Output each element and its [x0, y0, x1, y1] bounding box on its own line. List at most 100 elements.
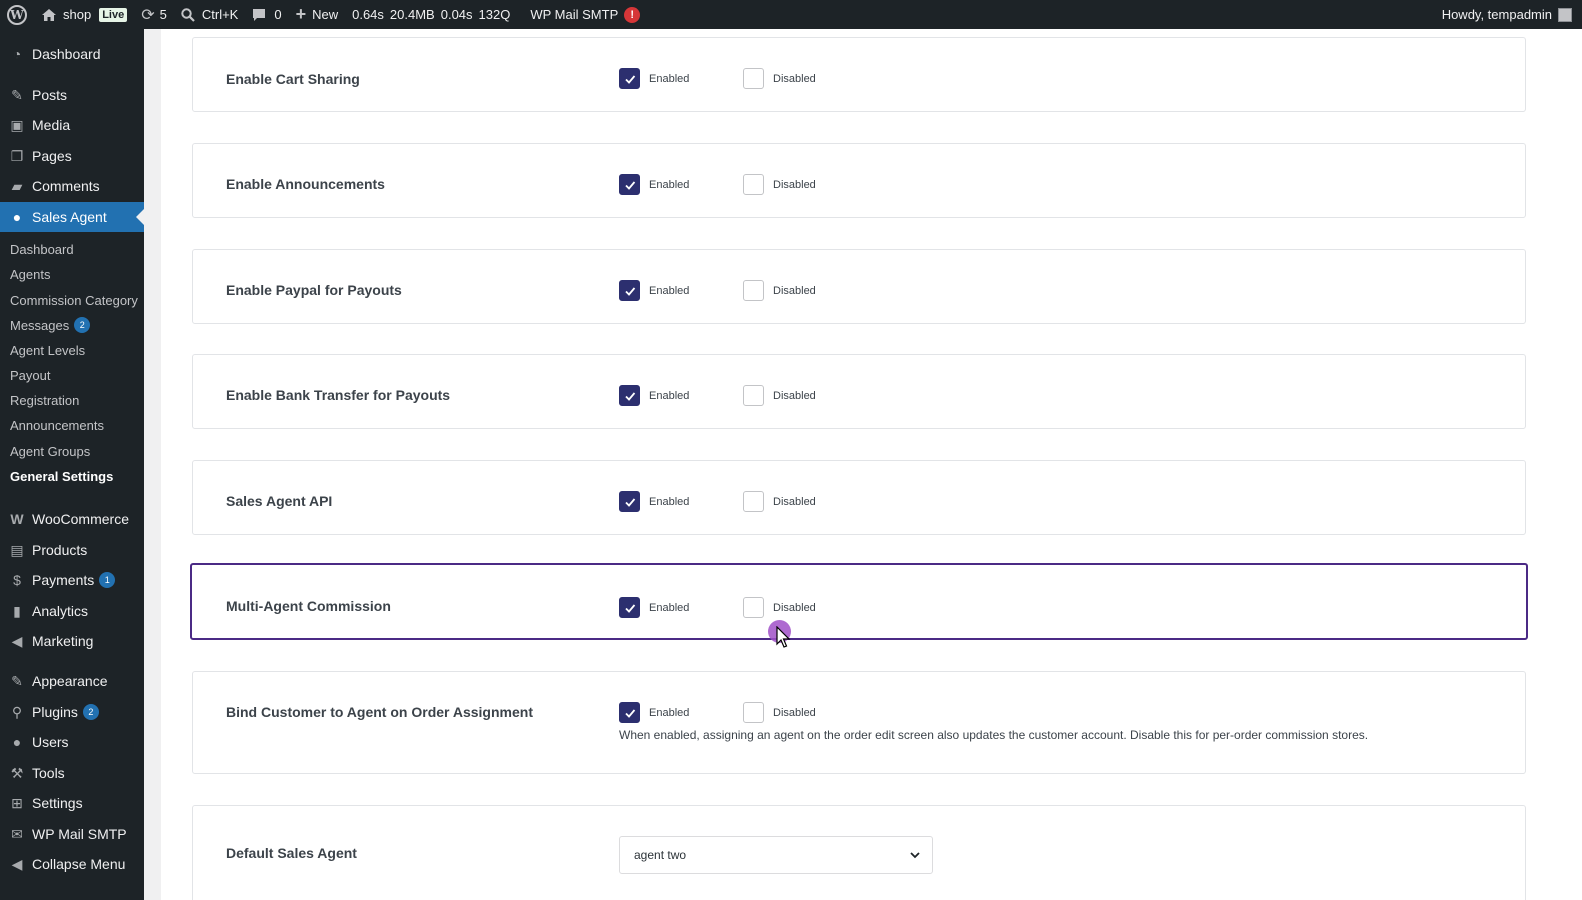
- menu-label: Collapse Menu: [32, 856, 126, 872]
- site-name-menu[interactable]: shop Live: [34, 0, 134, 29]
- checkbox-checked[interactable]: [619, 68, 640, 89]
- menu-label: Settings: [32, 795, 83, 811]
- menu-pages[interactable]: ❐ Pages: [0, 141, 144, 171]
- multi-agent-enabled-option[interactable]: Enabled: [619, 597, 689, 618]
- paypal-enabled-option[interactable]: Enabled: [619, 280, 689, 301]
- menu-users[interactable]: ● Users: [0, 727, 144, 757]
- checkbox-checked[interactable]: [619, 280, 640, 301]
- menu-woocommerce[interactable]: W WooCommerce: [0, 504, 144, 534]
- multi-agent-disabled-option[interactable]: Disabled: [743, 597, 816, 618]
- menu-tools[interactable]: ⚒ Tools: [0, 758, 144, 788]
- pages-icon: ❐: [10, 147, 24, 164]
- submenu-label: Dashboard: [10, 242, 74, 257]
- menu-wp-mail-smtp[interactable]: ✉ WP Mail SMTP: [0, 819, 144, 849]
- submenu-dashboard[interactable]: Dashboard: [10, 242, 74, 257]
- menu-payments[interactable]: $ Payments 1: [0, 565, 144, 595]
- setting-default-sales-agent: Default Sales Agent agent two: [192, 805, 1526, 900]
- setting-label: Bind Customer to Agent on Order Assignme…: [226, 704, 533, 720]
- menu-label: Sales Agent: [32, 209, 107, 225]
- bank-transfer-disabled-option[interactable]: Disabled: [743, 385, 816, 406]
- checkbox-checked[interactable]: [619, 491, 640, 512]
- submenu-label: Agent Levels: [10, 343, 86, 358]
- checkbox-unchecked[interactable]: [743, 68, 764, 89]
- menu-comments[interactable]: ▰ Comments: [0, 171, 144, 201]
- option-label: Enabled: [649, 495, 690, 508]
- submenu-announcements[interactable]: Announcements: [10, 418, 104, 433]
- comment-icon: ▰: [11, 177, 23, 194]
- api-disabled-option[interactable]: Disabled: [743, 491, 816, 512]
- option-label: Enabled: [649, 601, 690, 614]
- wp-logo-menu[interactable]: W: [0, 0, 34, 29]
- howdy-text: Howdy, tempadmin: [1441, 7, 1552, 22]
- checkbox-unchecked[interactable]: [743, 491, 764, 512]
- submenu-registration[interactable]: Registration: [10, 393, 79, 408]
- my-account-menu[interactable]: Howdy, tempadmin: [1435, 0, 1582, 29]
- submenu-agent-groups[interactable]: Agent Groups: [10, 444, 90, 459]
- menu-label: Payments: [32, 572, 95, 588]
- menu-plugins[interactable]: ⚲ Plugins 2: [0, 697, 144, 727]
- bind-customer-disabled-option[interactable]: Disabled: [743, 702, 816, 723]
- menu-appearance[interactable]: ✎ Appearance: [0, 666, 144, 696]
- option-label: Enabled: [649, 284, 690, 297]
- checkbox-unchecked[interactable]: [743, 174, 764, 195]
- updates-menu[interactable]: ⟳ 5: [134, 0, 174, 29]
- woocommerce-icon: W: [10, 511, 24, 527]
- menu-posts[interactable]: ✎ Posts: [0, 80, 144, 110]
- checkbox-unchecked[interactable]: [743, 597, 764, 618]
- option-label: Enabled: [649, 178, 690, 191]
- search-icon: [181, 7, 195, 22]
- submenu-payout[interactable]: Payout: [10, 368, 50, 383]
- submenu-label: Agent Groups: [10, 444, 91, 459]
- submenu-agent-levels[interactable]: Agent Levels: [10, 343, 85, 358]
- archive-icon: ▤: [10, 541, 24, 558]
- megaphone-icon: ◀: [11, 632, 23, 649]
- checkbox-checked[interactable]: [619, 385, 640, 406]
- check-icon: [624, 708, 635, 718]
- checkbox-checked[interactable]: [619, 597, 640, 618]
- checkbox-checked[interactable]: [619, 174, 640, 195]
- submenu-commission-category[interactable]: Commission Category: [10, 293, 138, 308]
- menu-dashboard[interactable]: ◔ Dashboard: [0, 39, 144, 69]
- menu-sales-agent[interactable]: ● Sales Agent: [0, 202, 144, 232]
- menu-settings[interactable]: ⊞ Settings: [0, 788, 144, 818]
- checkbox-unchecked[interactable]: [743, 280, 764, 301]
- submenu-messages[interactable]: Messages 2: [10, 317, 91, 333]
- menu-label: Plugins: [32, 704, 78, 720]
- metric-memory: 20.4MB: [389, 7, 435, 22]
- site-name: shop: [63, 7, 92, 22]
- submenu-label: Registration: [10, 393, 80, 408]
- new-label: New: [312, 7, 339, 22]
- paypal-disabled-option[interactable]: Disabled: [743, 280, 816, 301]
- menu-label: Users: [32, 734, 69, 750]
- wordpress-icon: W: [7, 4, 27, 25]
- mail-icon: ✉: [11, 825, 23, 842]
- submenu-agents[interactable]: Agents: [10, 267, 50, 282]
- announcements-enabled-option[interactable]: Enabled: [619, 174, 689, 195]
- search-menu[interactable]: Ctrl+K: [174, 0, 245, 29]
- default-sales-agent-select[interactable]: agent two: [619, 836, 933, 874]
- menu-label: Dashboard: [32, 46, 101, 62]
- menu-media[interactable]: ▣ Media: [0, 110, 144, 140]
- wp-mail-smtp-menu[interactable]: WP Mail SMTP !: [523, 0, 647, 29]
- query-monitor-menu[interactable]: 0.64s 20.4MB 0.04s 132Q: [345, 0, 523, 29]
- api-enabled-option[interactable]: Enabled: [619, 491, 689, 512]
- menu-marketing[interactable]: ◀ Marketing: [0, 626, 144, 656]
- bind-customer-enabled-option[interactable]: Enabled: [619, 702, 689, 723]
- setting-label: Enable Bank Transfer for Payouts: [226, 387, 451, 403]
- cart-sharing-disabled-option[interactable]: Disabled: [743, 68, 816, 89]
- menu-analytics[interactable]: ▮ Analytics: [0, 596, 144, 626]
- announcements-disabled-option[interactable]: Disabled: [743, 174, 816, 195]
- new-content-menu[interactable]: + New: [289, 0, 346, 29]
- metric-queries: 132Q: [478, 7, 511, 22]
- comments-menu[interactable]: 0: [245, 0, 288, 29]
- checkbox-unchecked[interactable]: [743, 385, 764, 406]
- checkbox-unchecked[interactable]: [743, 702, 764, 723]
- checkbox-checked[interactable]: [619, 702, 640, 723]
- content-gutter: [144, 29, 161, 900]
- bank-transfer-enabled-option[interactable]: Enabled: [619, 385, 689, 406]
- check-icon: [624, 286, 635, 296]
- menu-products[interactable]: ▤ Products: [0, 535, 144, 565]
- collapse-menu-button[interactable]: ◀ Collapse Menu: [0, 849, 144, 879]
- cart-sharing-enabled-option[interactable]: Enabled: [619, 68, 689, 89]
- submenu-general-settings[interactable]: General Settings: [10, 469, 113, 484]
